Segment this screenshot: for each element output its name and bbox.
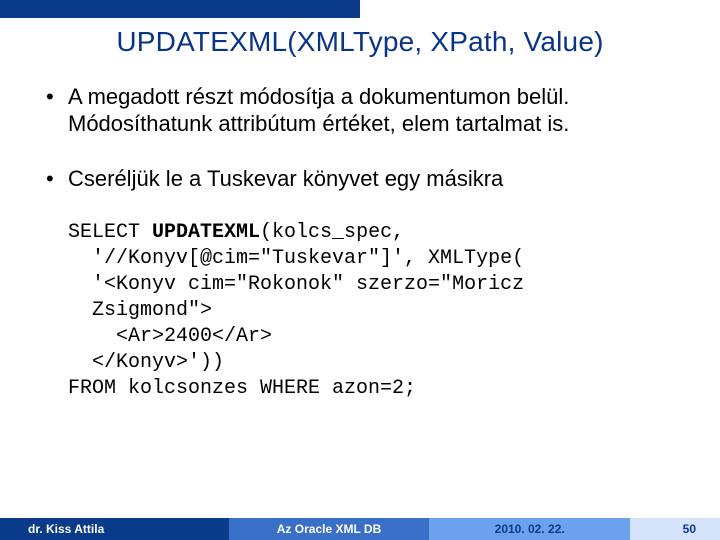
bullet-item: Cseréljük le a Tuskevar könyvet egy mási… <box>46 166 684 193</box>
footer-author: dr. Kiss Attila <box>0 518 229 540</box>
slide-title: UPDATEXML(XMLType, XPath, Value) <box>0 26 720 58</box>
code-line: </Konyv>')) <box>68 351 224 374</box>
code-block: SELECT UPDATEXML(kolcs_spec, '//Konyv[@c… <box>68 220 684 402</box>
top-accent-bar <box>0 0 360 18</box>
code-line: Zsigmond"> <box>68 299 212 322</box>
slide-footer: dr. Kiss Attila Az Oracle XML DB 2010. 0… <box>0 518 720 540</box>
slide-content: A megadott részt módosítja a dokumentumo… <box>0 58 720 402</box>
footer-date: 2010. 02. 22. <box>429 518 630 540</box>
code-line: FROM kolcsonzes WHERE azon=2; <box>68 377 416 400</box>
code-line: '<Konyv cim="Rokonok" szerzo="Moricz <box>68 273 524 296</box>
code-line: SELECT UPDATEXML(kolcs_spec, <box>68 221 404 244</box>
footer-page: 50 <box>630 518 720 540</box>
code-line: '//Konyv[@cim="Tuskevar"]', XMLType( <box>68 247 524 270</box>
footer-title: Az Oracle XML DB <box>229 518 430 540</box>
code-line: <Ar>2400</Ar> <box>68 325 272 348</box>
bullet-item: A megadott részt módosítja a dokumentumo… <box>46 84 684 138</box>
